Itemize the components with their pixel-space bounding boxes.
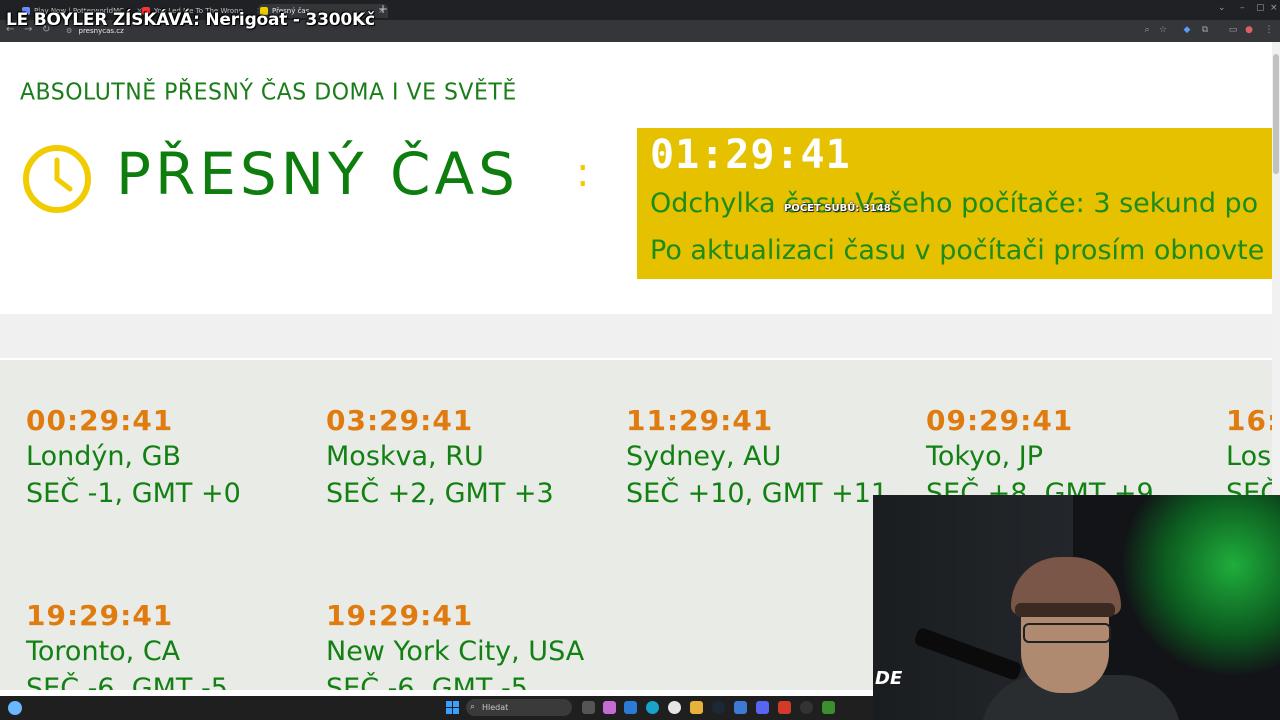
search-placeholder: Hledat (482, 703, 509, 712)
extension-icon[interactable]: ◆ (1182, 25, 1192, 35)
divider-band (0, 314, 1272, 358)
current-time-box: 01:29:41 Odchylka času Vašeho počítače: … (637, 128, 1272, 279)
city-timezone: SEČ -6, GMT -5 (326, 673, 528, 690)
city-time: 03:29:41 (326, 404, 474, 437)
edge-icon[interactable] (646, 701, 659, 714)
city-timezone: SEČ +10, GMT +11 (626, 478, 889, 509)
brand-logo-text: PŘESNÝ ČAS (116, 140, 519, 208)
file-explorer-icon[interactable] (690, 701, 703, 714)
clock-logo-icon (23, 145, 91, 213)
obs-icon[interactable] (800, 701, 813, 714)
city-name: Tokyo, JP (926, 441, 1044, 472)
city-time: 16: (1226, 404, 1272, 437)
app-icon[interactable] (734, 701, 747, 714)
scrollbar-thumb[interactable] (1273, 54, 1279, 174)
app-icon[interactable] (778, 701, 791, 714)
steam-icon[interactable] (712, 701, 725, 714)
task-view-icon[interactable] (582, 701, 595, 714)
city-clock-sydney: 11:29:41 Sydney, AU SEČ +10, GMT +11 (626, 404, 888, 512)
streamer-glasses (1023, 623, 1111, 643)
brand-colon: : (576, 150, 590, 196)
deviation-text: Odchylka času Vašeho počítače: 3 sekund … (650, 188, 1259, 219)
search-icon: ⌕ (470, 702, 476, 712)
city-name: Toronto, CA (26, 636, 181, 667)
city-clock-london: 00:29:41 Londýn, GB SEČ -1, GMT +0 (26, 404, 241, 512)
new-tab-button[interactable]: + (378, 2, 388, 16)
city-name: Londýn, GB (26, 441, 182, 472)
city-name: Moskva, RU (326, 441, 484, 472)
minimize-icon[interactable]: – (1240, 3, 1245, 13)
extensions-puzzle-icon[interactable]: ⧉ (1200, 25, 1210, 35)
city-name: Sydney, AU (626, 441, 782, 472)
update-notice-text: Po aktualizaci času v počítači prosím ob… (650, 235, 1265, 266)
city-time: 19:29:41 (326, 599, 474, 632)
sub-count-overlay: POČET SUBŮ: 3148 (784, 203, 891, 214)
city-time: 00:29:41 (26, 404, 174, 437)
maximize-icon[interactable]: ▢ (1256, 3, 1265, 13)
webcam-logo: DE (875, 668, 903, 689)
city-name: New York City, USA (326, 636, 585, 667)
webcam-overlay: DE (873, 495, 1280, 720)
stream-title-overlay: LE BOYLER ZÍSKÁVÁ: Nerigoat - 3300Kč (6, 10, 375, 30)
taskbar-search[interactable]: ⌕ Hledat (466, 699, 572, 716)
current-time: 01:29:41 (650, 132, 851, 178)
bookmark-star-icon[interactable]: ☆ (1158, 25, 1168, 35)
tab-search-icon[interactable]: ⌄ (1218, 3, 1226, 13)
menu-icon[interactable]: ⋮ (1264, 25, 1274, 35)
city-name: Los (1226, 441, 1272, 472)
city-timezone: SEČ -6, GMT -5 (26, 673, 228, 690)
chrome-icon[interactable] (668, 701, 681, 714)
windows-start-icon[interactable] (446, 701, 459, 714)
city-time: 19:29:41 (26, 599, 174, 632)
city-clock-moscow: 03:29:41 Moskva, RU SEČ +2, GMT +3 (326, 404, 554, 512)
city-clock-toronto: 19:29:41 Toronto, CA SEČ -6, GMT -5 (26, 599, 228, 690)
page-tagline: ABSOLUTNĚ PŘESNÝ ČAS DOMA I VE SVĚTĚ (20, 79, 517, 106)
discord-icon[interactable] (756, 701, 769, 714)
sidebar-icon[interactable]: ▭ (1228, 25, 1238, 35)
minecraft-icon[interactable] (822, 701, 835, 714)
cap-brim (1015, 603, 1115, 617)
profile-avatar-icon[interactable]: ● (1244, 25, 1254, 35)
app-icon[interactable] (624, 701, 637, 714)
green-light (1123, 495, 1280, 675)
city-timezone: SEČ +2, GMT +3 (326, 478, 554, 509)
city-timezone: SEČ -1, GMT +0 (26, 478, 241, 509)
windows-taskbar: ⌕ Hledat (0, 696, 873, 720)
city-time: 09:29:41 (926, 404, 1074, 437)
city-clock-new-york: 19:29:41 New York City, USA SEČ -6, GMT … (326, 599, 584, 690)
city-time: 11:29:41 (626, 404, 774, 437)
close-window-icon[interactable]: × (1270, 3, 1278, 13)
app-icon[interactable] (603, 701, 616, 714)
zoom-icon[interactable]: ⌕ (1142, 25, 1152, 35)
weather-icon[interactable] (8, 701, 22, 715)
